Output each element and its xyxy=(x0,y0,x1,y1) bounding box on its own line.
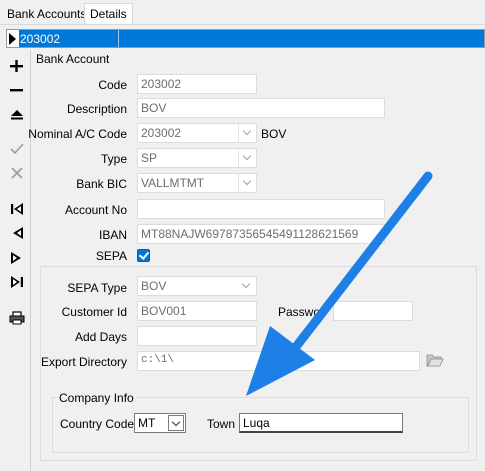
chevron-down-icon xyxy=(242,151,252,161)
chevron-down-icon xyxy=(242,176,252,186)
country-code-value: MT xyxy=(138,416,156,430)
cross-icon[interactable] xyxy=(8,165,26,181)
bank-bic-dropdown-button[interactable] xyxy=(238,174,256,192)
record-column-divider xyxy=(118,30,119,47)
next-record-icon[interactable] xyxy=(8,250,26,266)
code-label: Code xyxy=(98,78,127,92)
sepa-type-select[interactable]: BOV xyxy=(137,276,257,296)
export-directory-field[interactable]: c:\1\ xyxy=(137,351,420,371)
bank-bic-value: VALLMTMT xyxy=(141,176,205,190)
sepa-label: SEPA xyxy=(95,249,127,263)
previous-record-icon[interactable] xyxy=(8,225,26,241)
country-code-select[interactable]: MT xyxy=(134,413,186,433)
first-record-icon[interactable] xyxy=(8,201,26,217)
type-dropdown-button[interactable] xyxy=(238,149,256,167)
nominal-ac-code-value: 203002 xyxy=(141,126,182,140)
record-indicator-cell xyxy=(7,30,19,47)
town-field[interactable]: Luqa xyxy=(239,413,403,433)
account-no-field[interactable] xyxy=(137,199,385,219)
customer-id-field[interactable]: BOV001 xyxy=(137,301,257,321)
town-label: Town xyxy=(207,417,236,431)
sepa-type-label: SEPA Type xyxy=(67,281,127,295)
bank-bic-select[interactable]: VALLMTMT xyxy=(137,173,257,193)
tab-details[interactable]: Details xyxy=(84,3,133,25)
chevron-down-icon xyxy=(171,417,181,427)
country-dropdown-button[interactable] xyxy=(168,415,184,431)
record-value: 203002 xyxy=(20,32,61,46)
export-directory-label: Export Directory xyxy=(40,355,127,369)
tab-bank-accounts[interactable]: Bank Accounts xyxy=(2,4,92,24)
chevron-down-icon xyxy=(241,279,251,289)
customer-id-label: Customer Id xyxy=(61,305,127,319)
check-icon[interactable] xyxy=(8,141,26,157)
type-value: SP xyxy=(141,151,158,165)
chevron-down-icon xyxy=(242,126,252,136)
account-no-label: Account No xyxy=(64,203,127,217)
sepa-checkbox[interactable] xyxy=(137,249,150,262)
description-field[interactable]: BOV xyxy=(137,98,385,118)
bank-bic-label: Bank BIC xyxy=(76,177,127,191)
print-icon[interactable] xyxy=(8,310,26,326)
nominal-ac-code-label: Nominal A/C Code xyxy=(28,127,127,141)
type-label: Type xyxy=(100,152,127,166)
eject-icon[interactable] xyxy=(8,106,26,122)
code-field[interactable]: 203002 xyxy=(137,74,257,94)
bank-account-group-title: Bank Account xyxy=(36,52,110,66)
password-field[interactable] xyxy=(333,301,413,321)
iban-label: IBAN xyxy=(98,228,127,242)
type-select[interactable]: SP xyxy=(137,148,257,168)
nominal-dropdown-button[interactable] xyxy=(238,124,256,142)
folder-open-icon[interactable] xyxy=(426,353,444,368)
company-info-title: Company Info xyxy=(57,391,136,405)
record-selector[interactable]: 203002 xyxy=(6,29,485,48)
country-code-label: Country Code xyxy=(60,417,135,431)
iban-field[interactable]: MT88NAJW69787356545491128621569 xyxy=(137,224,385,244)
tab-divider xyxy=(0,24,485,25)
add-days-field[interactable] xyxy=(137,326,257,346)
nominal-ac-name: BOV xyxy=(261,127,287,141)
plus-icon[interactable] xyxy=(8,58,26,74)
last-record-icon[interactable] xyxy=(8,274,26,290)
sepa-type-value: BOV xyxy=(141,279,167,293)
add-days-label: Add Days xyxy=(74,330,127,344)
current-record-icon xyxy=(9,33,16,45)
nominal-ac-code-select[interactable]: 203002 xyxy=(137,123,257,143)
sepa-type-dropdown-button[interactable] xyxy=(238,277,256,295)
password-label: Passwo xyxy=(278,305,321,319)
description-label: Description xyxy=(66,102,127,116)
minus-icon[interactable] xyxy=(8,82,26,98)
